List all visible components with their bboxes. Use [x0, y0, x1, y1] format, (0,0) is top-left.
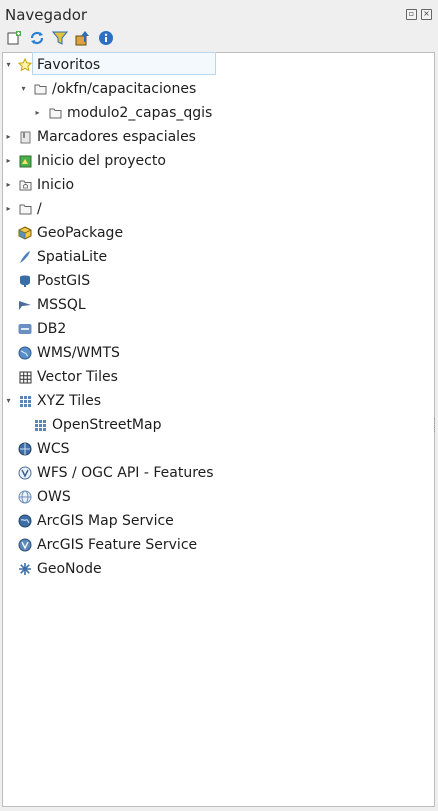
- collapse-all-button[interactable]: [74, 29, 92, 47]
- home-icon: [18, 178, 32, 192]
- panel-title: Navegador: [5, 6, 88, 24]
- xyz-tiles-icon: [33, 418, 47, 432]
- tree-item-inicio-del-proyecto[interactable]: ▸ Inicio del proyecto: [0, 150, 430, 172]
- expand-arrow-icon[interactable]: ▸: [33, 102, 42, 124]
- tree-item-xyz-tiles[interactable]: ▾ XYZ Tiles: [0, 390, 430, 412]
- refresh-icon: [30, 31, 44, 45]
- expand-arrow-icon[interactable]: ▸: [4, 126, 13, 148]
- tree-item-label: ArcGIS Map Service: [37, 513, 174, 529]
- tree-item-label: GeoPackage: [37, 225, 124, 241]
- db2-icon: [18, 322, 32, 336]
- geonode-icon: [18, 562, 32, 576]
- tree-item-mssql[interactable]: MSSQL: [0, 294, 430, 316]
- add-layer-button[interactable]: [5, 29, 23, 47]
- vector-tiles-icon: [18, 370, 32, 384]
- resize-grip[interactable]: [434, 418, 438, 432]
- tree-item-postgis[interactable]: PostGIS: [0, 270, 430, 292]
- project-home-icon: [18, 154, 32, 168]
- folder-icon: [48, 106, 62, 120]
- tree-item-wfs-ogc[interactable]: WFS / OGC API - Features: [0, 462, 430, 484]
- ows-icon: [18, 490, 32, 504]
- tree-item-label: /: [37, 201, 42, 217]
- tree-item-label: Inicio: [37, 177, 75, 193]
- expand-arrow-icon[interactable]: ▸: [4, 198, 13, 220]
- tree-item-label: PostGIS: [37, 273, 91, 289]
- tree-item-spatialite[interactable]: SpatiaLite: [0, 246, 430, 268]
- refresh-button[interactable]: [28, 29, 46, 47]
- expand-arrow-icon[interactable]: ▾: [4, 54, 13, 76]
- tree-item-vector-tiles[interactable]: Vector Tiles: [0, 366, 430, 388]
- folder-icon: [18, 202, 32, 216]
- mssql-icon: [18, 298, 32, 312]
- tree-item-openstreetmap[interactable]: OpenStreetMap: [0, 414, 430, 436]
- tree-item-okfn-capacitaciones[interactable]: ▾ /okfn/capacitaciones: [0, 78, 430, 100]
- expand-arrow-icon[interactable]: ▾: [19, 78, 28, 100]
- tree-item-label: XYZ Tiles: [37, 393, 101, 409]
- tree-item-label: Vector Tiles: [37, 369, 118, 385]
- tree-item-label: GeoNode: [37, 561, 102, 577]
- float-icon[interactable]: ▫: [406, 9, 417, 20]
- arcgis-feature-icon: [18, 538, 32, 552]
- tree-item-label: /okfn/capacitaciones: [52, 81, 197, 97]
- tree-item-label: Favoritos: [37, 57, 101, 73]
- filter-icon: [52, 31, 68, 45]
- add-layer-icon: [7, 31, 21, 45]
- close-icon[interactable]: ×: [421, 9, 432, 20]
- tree-item-geopackage[interactable]: GeoPackage: [0, 222, 430, 244]
- tree-item-label: DB2: [37, 321, 67, 337]
- geopackage-icon: [18, 226, 32, 240]
- wfs-icon: [18, 466, 32, 480]
- spatialite-icon: [18, 250, 32, 264]
- tree-item-label: ArcGIS Feature Service: [37, 537, 198, 553]
- wcs-icon: [18, 442, 32, 456]
- tree-item-root[interactable]: ▸ /: [0, 198, 430, 220]
- arcgis-map-icon: [18, 514, 32, 528]
- tree-item-geonode[interactable]: GeoNode: [0, 558, 430, 580]
- tree-item-ows[interactable]: OWS: [0, 486, 430, 508]
- info-icon: [99, 31, 113, 45]
- tree-item-label: Inicio del proyecto: [37, 153, 166, 169]
- browser-toolbar: [5, 29, 115, 47]
- tree-item-label: MSSQL: [37, 297, 86, 313]
- tree-item-label: WFS / OGC API - Features: [37, 465, 214, 481]
- collapse-icon: [75, 31, 89, 46]
- tree-item-label: Marcadores espaciales: [37, 129, 196, 145]
- tree-item-favoritos[interactable]: ▾ Favoritos: [0, 54, 430, 76]
- expand-arrow-icon[interactable]: ▾: [4, 390, 13, 412]
- tree-item-db2[interactable]: DB2: [0, 318, 430, 340]
- tree-item-inicio[interactable]: ▸ Inicio: [0, 174, 430, 196]
- tree-item-label: WMS/WMTS: [37, 345, 120, 361]
- bookmark-icon: [18, 130, 32, 144]
- tree-item-arcgis-feature-service[interactable]: ArcGIS Feature Service: [0, 534, 430, 556]
- wms-icon: [18, 346, 32, 360]
- tree-item-label: SpatiaLite: [37, 249, 108, 265]
- folder-icon: [33, 82, 47, 96]
- star-icon: [18, 58, 32, 72]
- tree-item-label: WCS: [37, 441, 70, 457]
- tree-item-label: OWS: [37, 489, 71, 505]
- expand-arrow-icon[interactable]: ▸: [4, 174, 13, 196]
- tree-item-label: OpenStreetMap: [52, 417, 162, 433]
- properties-button[interactable]: [97, 29, 115, 47]
- xyz-tiles-icon: [18, 394, 32, 408]
- tree-item-arcgis-map-service[interactable]: ArcGIS Map Service: [0, 510, 430, 532]
- expand-arrow-icon[interactable]: ▸: [4, 150, 13, 172]
- postgis-icon: [18, 274, 32, 288]
- tree-item-marcadores-espaciales[interactable]: ▸ Marcadores espaciales: [0, 126, 430, 148]
- tree-item-wms-wmts[interactable]: WMS/WMTS: [0, 342, 430, 364]
- tree-item-label: modulo2_capas_qgis: [67, 105, 213, 121]
- tree-item-modulo2-capas-qgis[interactable]: ▸ modulo2_capas_qgis: [0, 102, 430, 124]
- filter-button[interactable]: [51, 29, 69, 47]
- tree-item-wcs[interactable]: WCS: [0, 438, 430, 460]
